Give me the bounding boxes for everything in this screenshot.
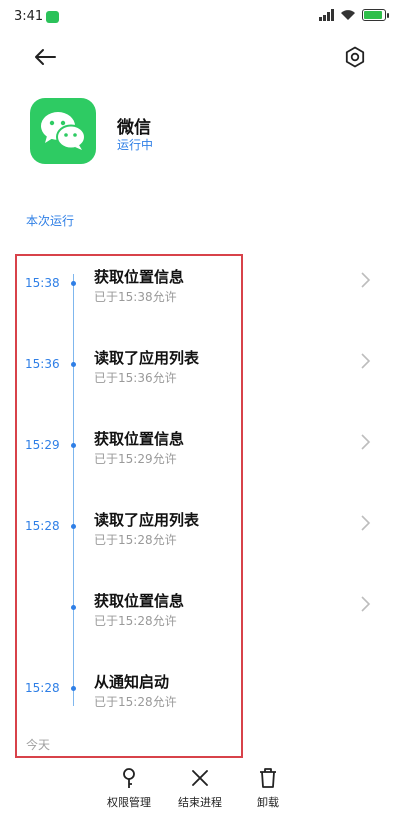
chevron-right-icon xyxy=(361,353,371,369)
wechat-app-icon xyxy=(30,98,96,164)
chevron-right-icon xyxy=(361,515,371,531)
timeline-item[interactable]: 15:36 读取了应用列表 已于15:36允许 xyxy=(0,349,400,417)
item-title: 读取了应用列表 xyxy=(94,349,200,367)
signal-icon xyxy=(319,9,334,21)
status-time: 3:41 xyxy=(14,9,44,24)
item-time: 15:28 xyxy=(25,681,60,695)
timeline-dot xyxy=(71,281,76,286)
status-bar: 3:41 xyxy=(0,0,400,34)
close-icon xyxy=(192,770,208,786)
wechat-notification-icon xyxy=(46,11,59,23)
permissions-label: 权限管理 xyxy=(107,796,151,809)
item-subtitle: 已于15:28允许 xyxy=(94,533,177,547)
today-label: 今天 xyxy=(26,738,51,752)
bottom-action-bar: 权限管理 结束进程 卸载 xyxy=(0,762,400,830)
gear-icon xyxy=(345,46,365,68)
back-arrow-icon xyxy=(35,49,56,65)
settings-button[interactable] xyxy=(340,42,370,72)
item-title: 获取位置信息 xyxy=(94,592,185,610)
timeline-dot xyxy=(71,443,76,448)
app-status: 运行中 xyxy=(117,138,154,152)
wifi-icon xyxy=(341,10,355,20)
status-icons xyxy=(319,9,389,21)
permission-key-icon xyxy=(123,768,135,788)
wechat-logo-icon xyxy=(41,112,86,150)
timeline-item[interactable]: 15:28 从通知启动 已于15:28允许 xyxy=(0,673,400,741)
item-subtitle: 已于15:28允许 xyxy=(94,695,177,709)
timeline-item[interactable]: 15:28 读取了应用列表 已于15:28允许 xyxy=(0,511,400,579)
item-time: 15:28 xyxy=(25,519,60,533)
trash-icon xyxy=(260,768,276,788)
item-subtitle: 已于15:28允许 xyxy=(94,614,177,628)
end-process-label: 结束进程 xyxy=(178,796,222,809)
item-title: 读取了应用列表 xyxy=(94,511,200,529)
uninstall-button[interactable]: 卸载 xyxy=(233,762,303,822)
back-button[interactable] xyxy=(28,40,62,74)
item-time: 15:38 xyxy=(25,276,60,290)
end-process-button[interactable]: 结束进程 xyxy=(165,762,235,822)
chevron-right-icon xyxy=(361,596,371,612)
item-subtitle: 已于15:36允许 xyxy=(94,371,177,385)
item-title: 获取位置信息 xyxy=(94,430,185,448)
item-subtitle: 已于15:38允许 xyxy=(94,290,177,304)
timeline-dot xyxy=(71,362,76,367)
item-time: 15:29 xyxy=(25,438,60,452)
item-subtitle: 已于15:29允许 xyxy=(94,452,177,466)
timeline-dot xyxy=(71,524,76,529)
app-name: 微信 xyxy=(117,118,151,138)
timeline-dot xyxy=(71,605,76,610)
item-title: 获取位置信息 xyxy=(94,268,185,286)
timeline-item[interactable]: 15:29 获取位置信息 已于15:29允许 xyxy=(0,430,400,498)
permissions-button[interactable]: 权限管理 xyxy=(94,762,164,822)
item-time: 15:36 xyxy=(25,357,60,371)
battery-icon xyxy=(362,9,389,21)
timeline-item[interactable]: 获取位置信息 已于15:28允许 xyxy=(0,592,400,660)
uninstall-label: 卸载 xyxy=(257,796,279,809)
chevron-right-icon xyxy=(361,434,371,450)
timeline-item[interactable]: 15:38 获取位置信息 已于15:38允许 xyxy=(0,268,400,336)
section-title: 本次运行 xyxy=(26,214,75,228)
item-title: 从通知启动 xyxy=(94,673,170,691)
chevron-right-icon xyxy=(361,272,371,288)
timeline-dot xyxy=(71,686,76,691)
